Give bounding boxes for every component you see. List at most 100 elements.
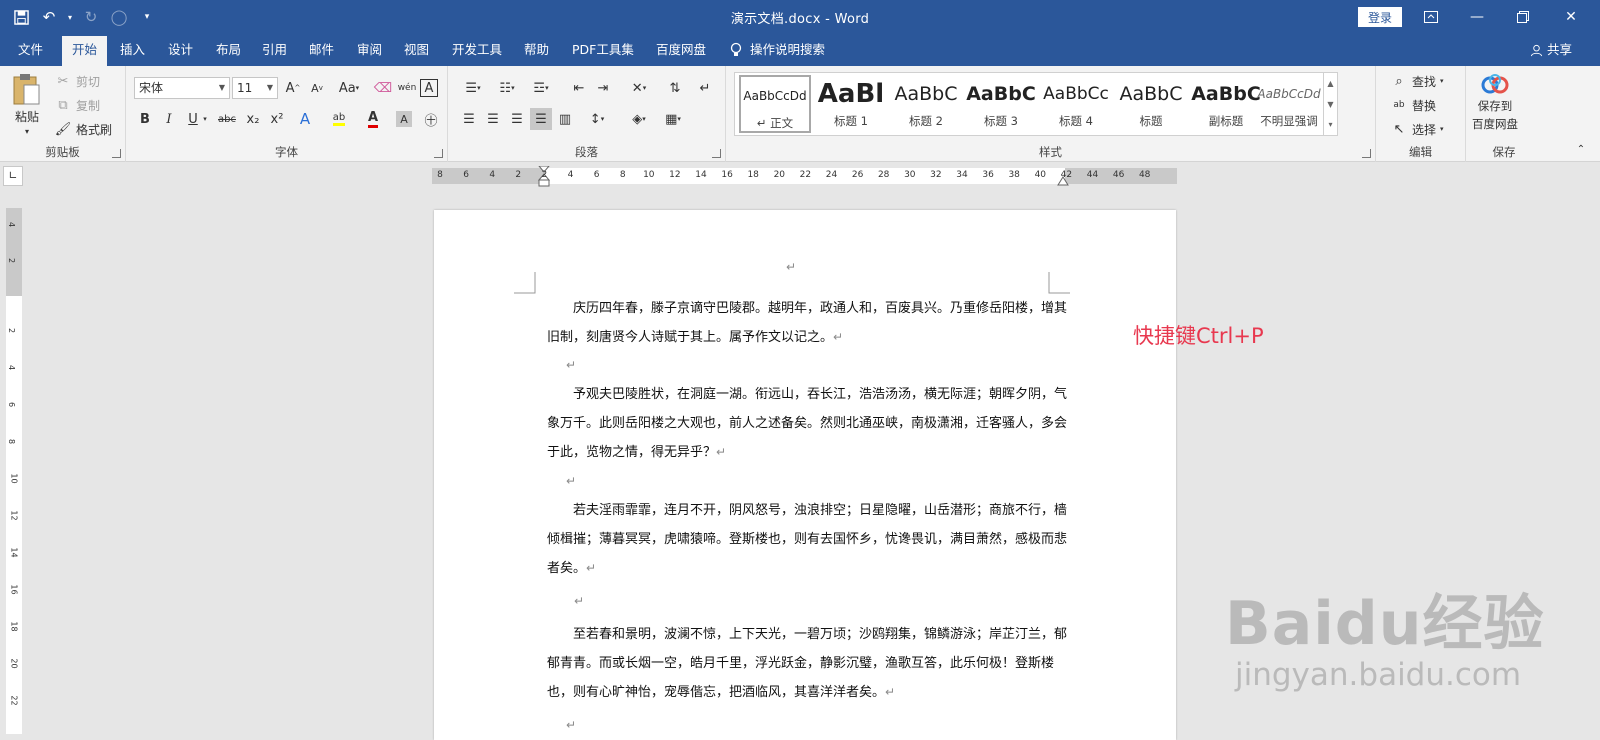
style-heading-4[interactable]: AaBbCc 标题 4 — [1040, 75, 1112, 133]
ruler-tick: 4 — [489, 170, 496, 180]
style-heading-1[interactable]: AaBl 标题 1 — [815, 75, 887, 133]
tab-design[interactable]: 设计 — [158, 34, 203, 66]
ruler-tick: 28 — [877, 170, 890, 180]
numbering-icon[interactable]: ☷ ▾ — [492, 77, 522, 99]
highlight-icon[interactable]: ab — [328, 108, 350, 130]
styles-dialog-launcher[interactable] — [1362, 149, 1371, 158]
paste-button[interactable]: 粘贴 ▾ — [12, 72, 42, 136]
scroll-up-icon[interactable]: ▲ — [1324, 73, 1337, 94]
restore-icon[interactable] — [1500, 0, 1546, 34]
subscript-button[interactable]: x₂ — [242, 108, 264, 130]
paragraph-mark: ↵ — [566, 474, 577, 488]
text-effects-icon[interactable]: A — [294, 108, 316, 130]
style-title[interactable]: AaBbC 标题 — [1115, 75, 1187, 133]
bold-button[interactable]: B — [134, 108, 156, 130]
decrease-indent-icon[interactable]: ⇤ — [568, 77, 590, 99]
select-button[interactable]: ↖ 选择 ▾ — [1390, 120, 1444, 138]
font-name-combo[interactable]: 宋体 ▼ — [134, 77, 230, 99]
paste-dropdown-icon: ▾ — [24, 127, 29, 136]
tab-mailings[interactable]: 邮件 — [299, 34, 344, 66]
tab-review[interactable]: 审阅 — [347, 34, 392, 66]
font-dialog-launcher[interactable] — [434, 149, 443, 158]
ruler-tick: 2 — [7, 257, 17, 264]
font-size-combo[interactable]: 11 ▼ — [232, 77, 278, 99]
shrink-font-icon[interactable]: Av — [306, 77, 328, 99]
copy-button[interactable]: ⧉ 复制 — [54, 96, 100, 114]
paste-icon — [13, 74, 40, 105]
superscript-button[interactable]: x² — [266, 108, 288, 130]
tab-layout[interactable]: 布局 — [206, 34, 251, 66]
enclose-characters-icon[interactable]: ㊉ — [420, 108, 442, 130]
gallery-more-icon[interactable]: ▾ — [1324, 114, 1337, 135]
tab-insert[interactable]: 插入 — [110, 34, 155, 66]
align-left-icon[interactable]: ☰ — [458, 108, 480, 130]
show-marks-icon[interactable]: ↵ — [694, 77, 716, 99]
style-normal[interactable]: AaBbCcDd ↵ 正文 — [739, 75, 811, 133]
sort-icon[interactable]: ⇅ — [664, 77, 686, 99]
search-icon: ⌕ — [1395, 73, 1403, 89]
increase-indent-icon[interactable]: ⇥ — [592, 77, 614, 99]
character-border-icon[interactable]: A — [420, 79, 438, 97]
replace-label: 替换 — [1412, 98, 1437, 113]
watermark-logo: Baidu经验 — [1225, 589, 1545, 659]
tab-view[interactable]: 视图 — [394, 34, 439, 66]
style-name: 不明显强调 — [1260, 114, 1318, 128]
bullets-icon[interactable]: ☰ ▾ — [458, 77, 488, 99]
line-spacing-icon[interactable]: ↕ ▾ — [582, 108, 612, 130]
underline-dropdown-icon[interactable]: ▾ — [200, 108, 210, 130]
save-group-label: 保存 — [1492, 145, 1516, 159]
cut-button[interactable]: ✂ 剪切 — [54, 72, 100, 90]
collapse-ribbon-icon[interactable]: ⌃ — [1570, 138, 1592, 160]
clear-formatting-icon[interactable]: ⌫ — [372, 77, 394, 99]
paragraph-dialog-launcher[interactable] — [712, 149, 721, 158]
align-center-icon[interactable]: ☰ — [482, 108, 504, 130]
style-heading-3[interactable]: AaBbC 标题 3 — [965, 75, 1037, 133]
close-icon[interactable]: ✕ — [1548, 0, 1594, 34]
style-heading-2[interactable]: AaBbC 标题 2 — [890, 75, 962, 133]
format-painter-button[interactable]: 🖌 格式刷 — [54, 120, 112, 138]
tab-help[interactable]: 帮助 — [514, 34, 559, 66]
save-to-baidu-button[interactable]: 保存到 百度网盘 — [1472, 74, 1518, 132]
tab-selector-icon[interactable]: ∟ — [3, 166, 23, 186]
multilevel-list-icon[interactable]: ☲ ▾ — [526, 77, 556, 99]
strikethrough-button[interactable]: abc — [214, 108, 240, 130]
character-shading-icon[interactable]: A — [396, 111, 412, 127]
borders-icon[interactable]: ▦ ▾ — [658, 108, 688, 130]
grow-font-icon[interactable]: A ^ — [282, 77, 304, 99]
gallery-scrollbar[interactable]: ▲ ▼ ▾ — [1323, 73, 1337, 135]
replace-button[interactable]: ab 替换 — [1390, 96, 1436, 114]
justify-icon[interactable]: ☰ — [530, 108, 552, 130]
style-subtle-emphasis[interactable]: AaBbCcDd 不明显强调 — [1253, 75, 1325, 133]
document-page[interactable]: ↵ 庆历四年春，滕子京谪守巴陵郡。越明年，政通人和，百废具兴。乃重修岳阳楼，增其… — [434, 210, 1176, 740]
paragraph-1[interactable]: 庆历四年春，滕子京谪守巴陵郡。越明年，政通人和，百废具兴。乃重修岳阳楼，增其旧制… — [547, 294, 1067, 352]
paragraph-3[interactable]: 若夫淫雨霏霏，连月不开，阴风怒号，浊浪排空；日星隐曜，山岳潜形；商旅不行，樯倾楫… — [547, 496, 1067, 583]
phonetic-guide-icon[interactable]: wén — [396, 77, 418, 99]
change-case-button[interactable]: Aa ▾ — [334, 77, 364, 99]
tab-home[interactable]: 开始 — [62, 36, 108, 66]
paragraph-2[interactable]: 予观夫巴陵胜状，在洞庭一湖。衔远山，吞长江，浩浩汤汤，横无际涯；朝晖夕阴，气象万… — [547, 380, 1067, 467]
minimize-icon[interactable]: — — [1454, 0, 1500, 34]
tab-pdf-tools[interactable]: PDF工具集 — [562, 34, 644, 66]
ruler-tick: 8 — [437, 170, 443, 180]
chinese-layout-icon[interactable]: ✕ ▾ — [624, 77, 654, 99]
share-button[interactable]: 共享 — [1530, 34, 1572, 66]
italic-button[interactable]: I — [158, 108, 180, 130]
scroll-down-icon[interactable]: ▼ — [1324, 94, 1337, 115]
distributed-icon[interactable]: ▥ — [554, 108, 576, 130]
tab-developer[interactable]: 开发工具 — [442, 34, 512, 66]
tab-file[interactable]: 文件 — [8, 34, 53, 66]
clipboard-dialog-launcher[interactable] — [112, 149, 121, 158]
login-button[interactable]: 登录 — [1358, 7, 1402, 27]
tab-baidu-netdisk[interactable]: 百度网盘 — [646, 34, 716, 66]
style-subtitle[interactable]: AaBbC 副标题 — [1190, 75, 1262, 133]
font-color-icon[interactable]: A — [362, 108, 384, 130]
shading-icon[interactable]: ◈ ▾ — [624, 108, 654, 130]
align-right-icon[interactable]: ☰ — [506, 108, 528, 130]
tab-references[interactable]: 引用 — [252, 34, 297, 66]
horizontal-ruler[interactable]: 8 6 4 2 2 4 6 8 10 12 14 16 18 20 22 24 26 28 30 32 34 36 38 40… — [432, 166, 1177, 187]
paragraph-4[interactable]: 至若春和景明，波澜不惊，上下天光，一碧万顷；沙鸥翔集，锦鳞游泳；岸芷汀兰，郁郁青… — [547, 620, 1067, 707]
find-button[interactable]: ⌕ 查找 ▾ — [1390, 72, 1443, 90]
vertical-ruler[interactable]: 4 2 2 4 6 8 10 12 14 16 18 20 22 — [6, 208, 22, 734]
tell-me-search[interactable]: 操作说明搜索 — [730, 34, 825, 66]
ribbon-display-options-icon[interactable] — [1408, 0, 1454, 34]
